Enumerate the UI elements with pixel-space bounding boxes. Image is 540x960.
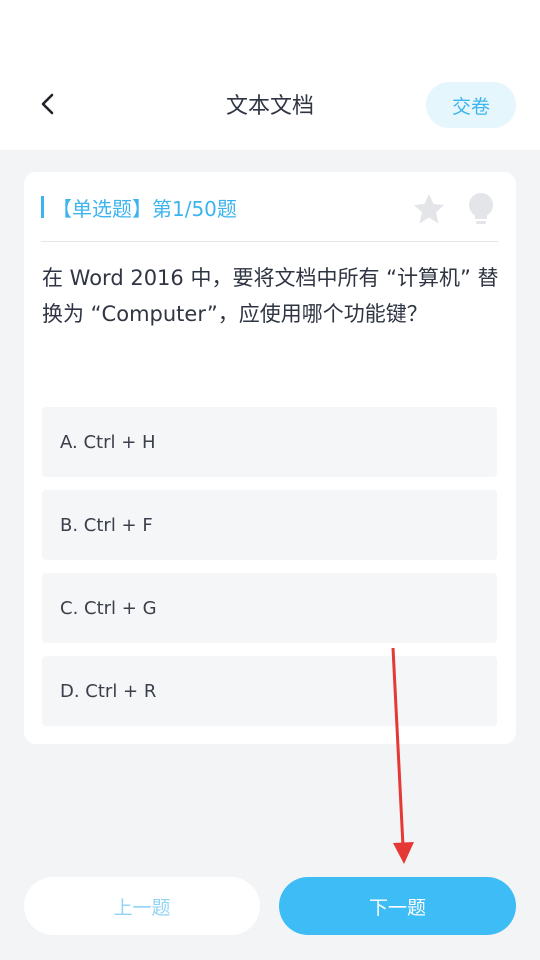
question-type-header: 【单选题】第1/50题	[41, 194, 237, 221]
question-type-label: 【单选题】第1/50题	[52, 196, 237, 221]
divider	[41, 241, 498, 242]
option-b[interactable]: B. Ctrl + F	[42, 490, 497, 560]
option-c[interactable]: C. Ctrl + G	[42, 573, 497, 643]
hint-button[interactable]	[464, 191, 498, 227]
question-card: 【单选题】第1/50题 在 Word 2016 中，要将文档中所有 “计算机” …	[24, 172, 516, 744]
previous-question-button[interactable]: 上一题	[24, 877, 260, 935]
favorite-button[interactable]	[412, 192, 446, 226]
option-d[interactable]: D. Ctrl + R	[42, 656, 497, 726]
question-text: 在 Word 2016 中，要将文档中所有 “计算机” 替换为 “Compute…	[42, 266, 499, 326]
accent-bar	[41, 196, 44, 218]
option-a[interactable]: A. Ctrl + H	[42, 407, 497, 477]
top-bar: 文本文档 交卷	[0, 0, 540, 150]
submit-exam-button[interactable]: 交卷	[426, 82, 516, 128]
star-icon	[414, 194, 444, 224]
lightbulb-icon	[469, 193, 493, 224]
next-question-button[interactable]: 下一题	[279, 877, 516, 935]
